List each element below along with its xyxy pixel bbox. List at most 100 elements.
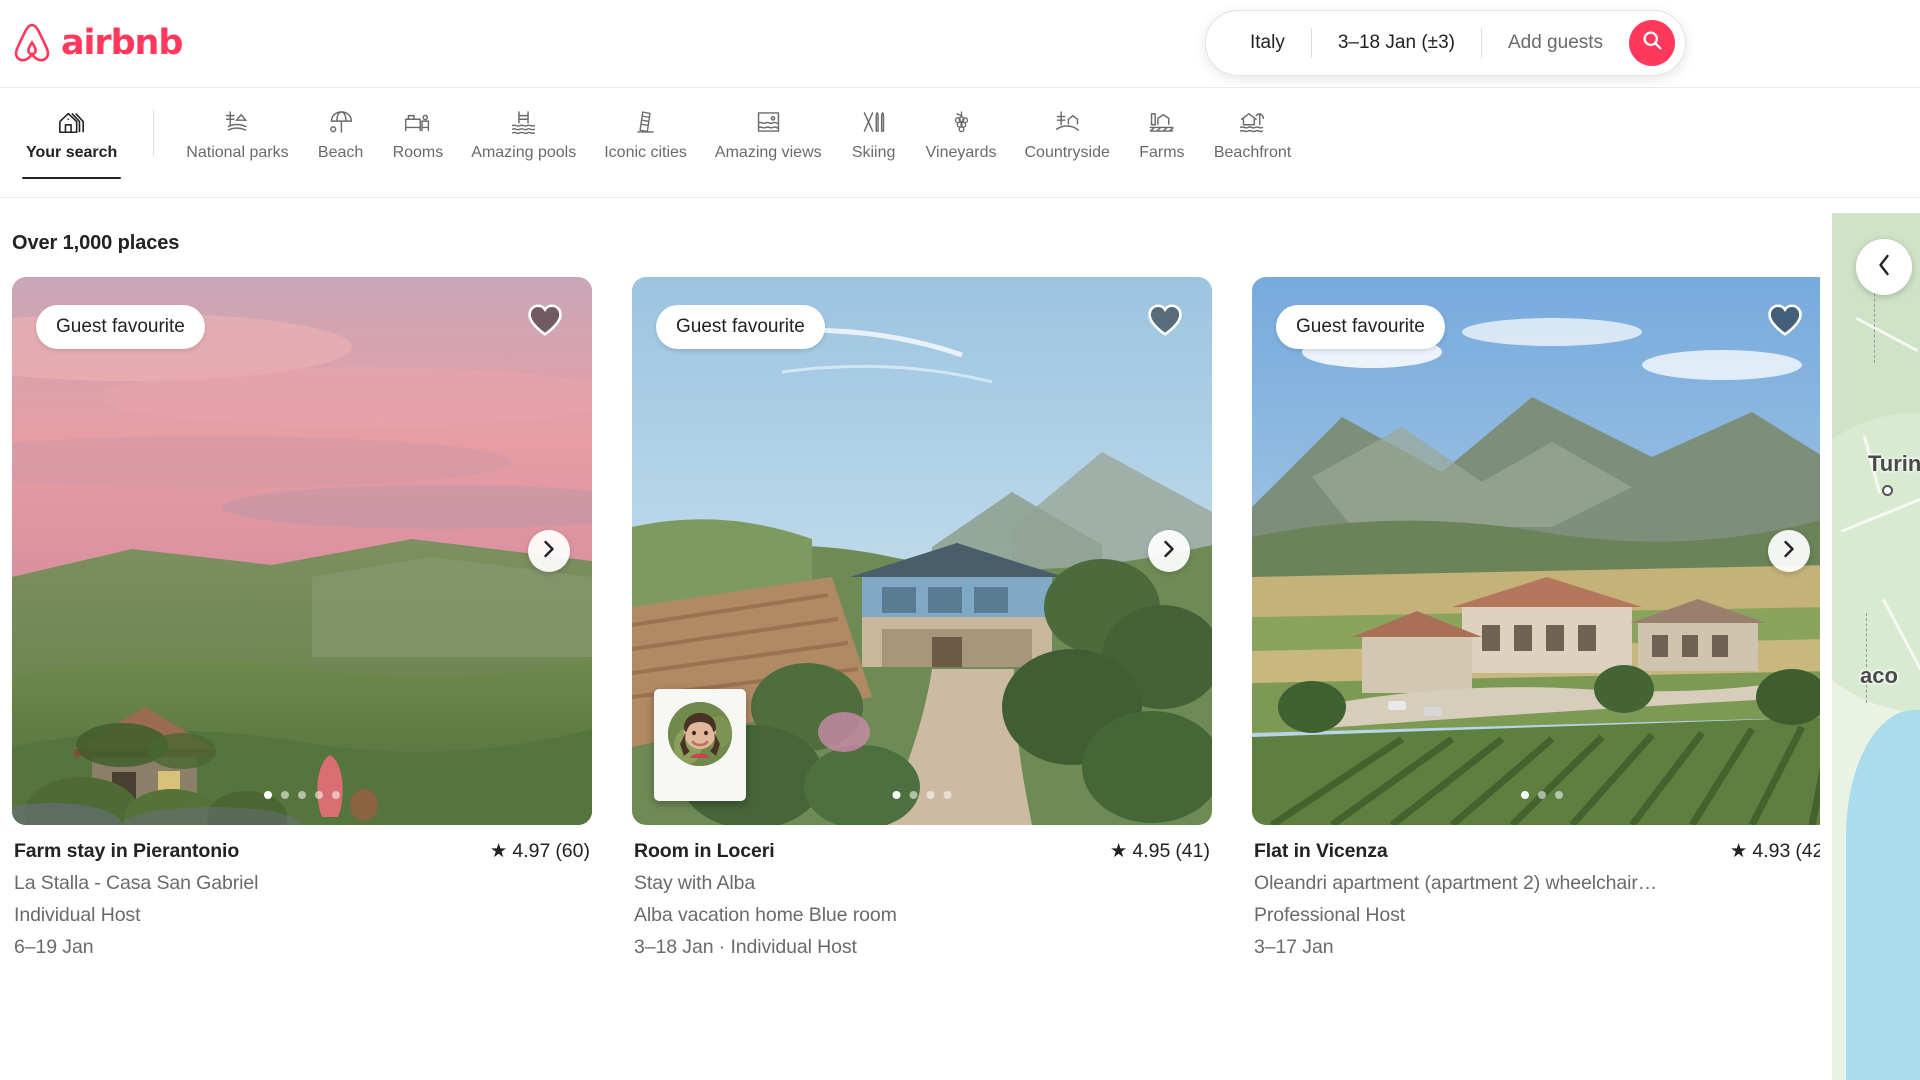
map-boundary-line — [1866, 613, 1867, 703]
map-water — [1846, 710, 1920, 1080]
listing-rating: ★ 4.95 (41) — [1110, 839, 1210, 863]
scenic-view-icon — [754, 106, 783, 136]
rating-value: 4.95 — [1132, 839, 1171, 862]
listing-card[interactable]: Guest favourite Farm stay in Pierantonio… — [12, 277, 592, 959]
listing-info: Farm stay in Pierantonio ★ 4.97 (60) La … — [12, 825, 592, 959]
heart-icon[interactable] — [526, 301, 564, 339]
listing-card[interactable]: Guest favourite Flat in Vicenza ★ 4.93 (… — [1252, 277, 1832, 959]
category-amazing-pools[interactable]: Amazing pools — [457, 102, 590, 161]
house-search-icon — [57, 106, 87, 136]
listing-subtitle-3: 3–17 Jan — [1254, 936, 1334, 958]
carousel-dots — [264, 791, 340, 799]
carousel-dot[interactable] — [1521, 791, 1529, 799]
carousel-dot[interactable] — [926, 791, 935, 799]
category-farms[interactable]: Farms — [1124, 102, 1200, 161]
category-label: Vineyards — [925, 144, 997, 161]
category-label: Amazing views — [714, 144, 822, 161]
map-label-turin: Turin — [1868, 451, 1920, 476]
heart-icon[interactable] — [1766, 301, 1804, 339]
listing-subtitle-1: Stay with Alba — [634, 872, 756, 894]
listing-photo-carousel[interactable]: Guest favourite — [1252, 277, 1832, 825]
carousel-dot[interactable] — [892, 791, 901, 799]
category-label: Farms — [1139, 144, 1185, 161]
carousel-dot[interactable] — [943, 791, 952, 799]
star-icon: ★ — [1729, 840, 1748, 862]
star-icon: ★ — [1109, 840, 1128, 862]
carousel-dot[interactable] — [332, 791, 340, 799]
map-collapse-button[interactable] — [1856, 239, 1912, 295]
carousel-dots — [892, 791, 952, 799]
category-countryside[interactable]: Countryside — [1010, 102, 1123, 161]
category-vineyards[interactable]: Vineyards — [912, 102, 1011, 161]
listing-title: Flat in Vicenza — [1254, 840, 1388, 862]
site-header: airbnb Italy 3–18 Jan (±3) Add guests — [0, 0, 1920, 88]
countryside-icon — [1053, 106, 1082, 136]
category-label: National parks — [186, 144, 289, 161]
guest-favourite-badge: Guest favourite — [1276, 305, 1445, 349]
listing-subtitle-2: Alba vacation home Blue room — [634, 904, 897, 926]
listing-title: Farm stay in Pierantonio — [14, 840, 240, 862]
listing-subtitle-3: 3–18 Jan · Individual Host — [634, 936, 857, 958]
category-iconic-cities[interactable]: Iconic cities — [590, 102, 701, 161]
category-national-parks[interactable]: National parks — [172, 102, 302, 161]
category-label: Rooms — [392, 144, 444, 161]
listing-rating: ★ 4.93 (42) — [1730, 839, 1830, 863]
category-label: Your search — [26, 144, 118, 161]
category-bar[interactable]: Your search National parks Beach Rooms A… — [0, 88, 1920, 198]
category-beach[interactable]: Beach — [303, 102, 379, 161]
chevron-left-icon — [1877, 254, 1892, 281]
search-guests-field[interactable]: Add guests — [1482, 11, 1623, 75]
listing-subtitle-2: Professional Host — [1254, 904, 1406, 926]
search-bar[interactable]: Italy 3–18 Jan (±3) Add guests — [1205, 10, 1687, 76]
listing-rating: ★ 4.97 (60) — [490, 839, 590, 863]
category-amazing-views[interactable]: Amazing views — [701, 102, 836, 161]
carousel-dot[interactable] — [1538, 791, 1546, 799]
listing-subtitle-3: 6–19 Jan — [14, 936, 94, 958]
next-photo-button[interactable] — [528, 530, 570, 572]
category-your-search[interactable]: Your search — [12, 102, 131, 179]
category-rooms[interactable]: Rooms — [379, 102, 458, 161]
rating-value: 4.97 — [512, 839, 551, 862]
map-city-marker[interactable] — [1882, 485, 1893, 496]
rating-value: 4.93 — [1752, 839, 1791, 862]
listing-photo-carousel[interactable]: Guest favourite — [632, 277, 1212, 825]
next-photo-button[interactable] — [1768, 530, 1810, 572]
map-panel[interactable]: Turin aco — [1832, 213, 1920, 1080]
carousel-dot[interactable] — [281, 791, 289, 799]
farm-barn-icon — [1147, 106, 1176, 136]
carousel-dot[interactable] — [298, 791, 306, 799]
listing-card[interactable]: Guest favourite Room in Loceri ★ 4.95 (4… — [632, 277, 1212, 959]
brand-name: airbnb — [61, 23, 183, 63]
carousel-dot[interactable] — [1555, 791, 1563, 799]
heart-icon[interactable] — [1146, 301, 1184, 339]
airbnb-logo[interactable]: airbnb — [12, 22, 183, 65]
listing-photo-carousel[interactable]: Guest favourite — [12, 277, 592, 825]
star-icon: ★ — [489, 840, 508, 862]
map-label-monaco: aco — [1860, 663, 1898, 688]
listing-subtitle-2: Individual Host — [14, 904, 141, 926]
category-label: Countryside — [1024, 144, 1110, 161]
search-dates-field[interactable]: 3–18 Jan (±3) — [1312, 11, 1481, 75]
host-photo-card[interactable] — [654, 689, 746, 801]
beach-umbrella-icon — [326, 106, 355, 136]
swimming-pool-icon — [509, 106, 538, 136]
category-beachfront[interactable]: Beachfront — [1200, 102, 1305, 161]
search-icon — [1642, 30, 1663, 56]
listing-image — [1252, 277, 1832, 825]
carousel-dot[interactable] — [264, 791, 272, 799]
search-location-field[interactable]: Italy — [1206, 11, 1311, 75]
listing-info: Flat in Vicenza ★ 4.93 (42) Oleandri apa… — [1252, 825, 1832, 959]
carousel-dot[interactable] — [315, 791, 323, 799]
category-label: Skiing — [851, 144, 896, 161]
next-photo-button[interactable] — [1148, 530, 1190, 572]
category-skiing[interactable]: Skiing — [836, 102, 912, 161]
avatar — [668, 702, 732, 766]
category-separator — [153, 110, 155, 156]
chevron-right-icon — [1163, 540, 1176, 563]
national-park-icon — [223, 106, 252, 136]
search-submit-button[interactable] — [1629, 20, 1676, 66]
carousel-dot[interactable] — [909, 791, 918, 799]
review-count: (41) — [1175, 839, 1210, 862]
category-label: Beach — [317, 144, 364, 161]
results-count: Over 1,000 places — [12, 232, 180, 254]
